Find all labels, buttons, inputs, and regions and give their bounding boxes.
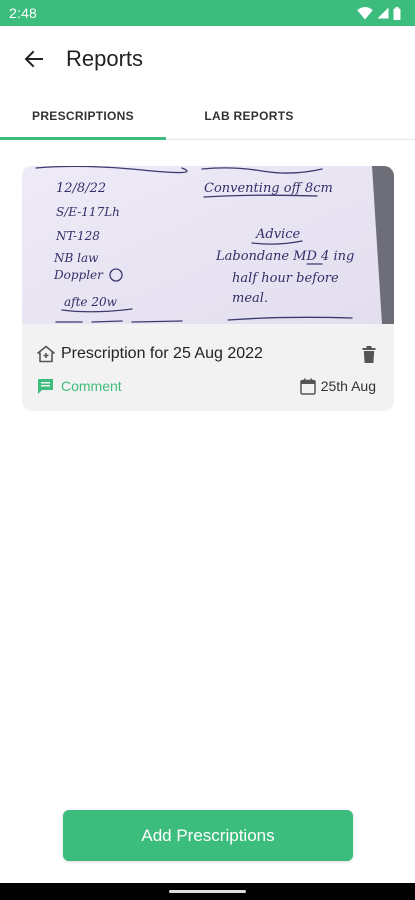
card-header-row: Prescription for 25 Aug 2022: [37, 342, 376, 366]
arrow-back-icon[interactable]: [22, 47, 46, 71]
delete-icon[interactable]: [362, 345, 376, 363]
svg-text:afte 20w: afte 20w: [64, 295, 118, 309]
battery-icon: [393, 6, 401, 20]
comment-label: Comment: [61, 378, 122, 394]
svg-text:NT-128: NT-128: [55, 229, 100, 243]
page-title: Reports: [66, 46, 144, 71]
svg-text:Doppler: Doppler: [53, 268, 104, 282]
card-meta-row: Comment 25th Aug: [37, 375, 376, 397]
svg-text:S/E-117Lh: S/E-117Lh: [56, 205, 120, 219]
navigation-bar: [0, 883, 415, 900]
tab-prescriptions[interactable]: PRESCRIPTIONS: [0, 92, 166, 140]
prescription-title: Prescription for 25 Aug 2022: [61, 345, 263, 362]
svg-text:Conventing off 8cm: Conventing off 8cm: [204, 181, 333, 196]
prescription-image[interactable]: 12/8/22 S/E-117Lh NT-128 NB law Doppler …: [22, 166, 394, 324]
comment-icon: [38, 378, 53, 394]
svg-text:NB law: NB law: [53, 251, 99, 265]
date-info: 25th Aug: [299, 378, 376, 395]
app-bar: Reports: [0, 26, 415, 92]
status-time: 2:48: [9, 5, 38, 21]
calendar-icon: [299, 378, 316, 395]
tab-bar: PRESCRIPTIONS LAB REPORTS: [0, 92, 415, 140]
wifi-icon: [357, 6, 373, 19]
prescription-card[interactable]: 12/8/22 S/E-117Lh NT-128 NB law Doppler …: [22, 166, 394, 411]
hospital-icon: [37, 345, 55, 363]
svg-text:half hour before: half hour before: [232, 271, 339, 286]
svg-text:12/8/22: 12/8/22: [56, 181, 106, 196]
signal-icon: [377, 7, 389, 19]
status-icons: [357, 6, 401, 20]
svg-text:meal.: meal.: [232, 291, 268, 306]
date-label: 25th Aug: [320, 378, 376, 394]
comment-button[interactable]: Comment: [37, 378, 122, 395]
tab-lab-reports[interactable]: LAB REPORTS: [166, 92, 332, 139]
svg-text:Labondane MD 4 ing: Labondane MD 4 ing: [215, 249, 354, 264]
home-gesture-handle[interactable]: [169, 890, 246, 893]
svg-text:Advice: Advice: [255, 227, 300, 242]
status-bar: 2:48: [0, 0, 415, 26]
add-prescriptions-button[interactable]: Add Prescriptions: [63, 810, 353, 861]
